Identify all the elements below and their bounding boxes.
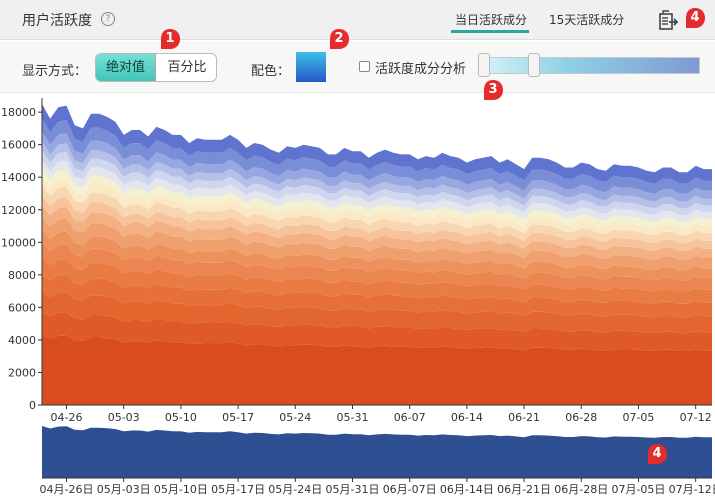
export-icon[interactable] [657,8,679,32]
overview-tick-label: 07月-12日 [669,483,715,496]
y-tick-label: 2000 [8,366,36,379]
overview-tick-label: 05月-17日 [211,483,265,496]
overview-tick-label: 06月-14日 [440,483,494,496]
x-tick-label: 04-26 [51,411,83,424]
overview-tick-label: 06月-21日 [497,483,551,496]
callout-number: 2 [334,31,344,46]
callout-number: 4 [652,446,662,461]
overview-tick-label: 05月-24日 [268,483,322,496]
color-scheme-label: 配色： [251,64,291,79]
x-tick-label: 07-12 [680,411,712,424]
overview-tick-label: 05月-03日 [97,483,151,496]
absolute-value-button[interactable]: 绝对值 [96,54,156,81]
help-icon[interactable]: ? [101,12,115,26]
stacked-area-chart[interactable]: 0 2000 4000 6000 8000 10000 12000 14000 16000 180… [0,94,715,497]
range-slider-left-handle[interactable] [478,53,490,77]
x-tick-label: 06-14 [451,411,483,424]
y-tick-label: 12000 [1,204,36,217]
overview-tick-label: 06月-07日 [383,483,437,496]
x-tick-label: 05-03 [108,411,140,424]
overview-tick-label: 06月-28日 [554,483,608,496]
display-mode-label: 显示方式： [22,64,88,79]
x-tick-label: 05-31 [337,411,369,424]
callout-number: 4 [690,10,700,25]
chart-toolbar: 显示方式： 绝对值 百分比 配色： 活跃度成分分析 [0,41,715,93]
component-analysis-checkbox[interactable] [359,61,370,72]
range-slider-track[interactable] [478,57,700,74]
y-tick-label: 0 [29,399,36,412]
callout-marker-2: 2 [328,28,350,50]
overview-tick-label: 05月-31日 [326,483,380,496]
overview-tick-label: 05月-10日 [154,483,208,496]
panel-title: 用户活跃度 [22,13,92,29]
y-tick-label: 4000 [8,334,36,347]
range-slider-right-handle[interactable] [528,53,540,77]
y-tick-label: 14000 [1,171,36,184]
activity-panel: 用户活跃度 ? 当日活跃成分 15天活跃成分 4 显示方式： 绝对值 百分比 配… [0,0,715,497]
percentage-button[interactable]: 百分比 [157,54,216,81]
y-tick-label: 18000 [1,106,36,119]
overview-tick-label: 07月-05日 [611,483,665,496]
y-tick-label: 6000 [8,301,36,314]
callout-marker-4-top: 4 [684,7,706,29]
panel-header: 用户活跃度 ? 当日活跃成分 15天活跃成分 4 [0,0,715,40]
x-tick-label: 07-05 [622,411,654,424]
display-mode-toggle: 绝对值 百分比 [95,53,217,82]
y-tick-label: 16000 [1,139,36,152]
x-tick-label: 06-21 [508,411,540,424]
callout-marker-1: 1 [159,28,181,50]
tab-today-activity[interactable]: 当日活跃成分 [455,11,527,28]
x-tick-label: 05-17 [222,411,254,424]
tab-15-day-activity[interactable]: 15天活跃成分 [549,11,624,28]
x-tick-label: 06-28 [565,411,597,424]
callout-number: 1 [165,31,175,46]
overview-tick-label: 04月-26日 [40,483,94,496]
x-tick-label: 06-07 [394,411,426,424]
tab-active-underline [451,30,529,33]
x-tick-label: 05-10 [165,411,197,424]
y-tick-label: 8000 [8,269,36,282]
component-analysis-label: 活跃度成分分析 [375,62,467,77]
overview-area[interactable] [42,426,712,478]
x-tick-label: 05-24 [279,411,311,424]
callout-marker-4-bottom: 4 [646,443,668,465]
color-scheme-picker[interactable] [296,52,326,82]
y-tick-label: 10000 [1,236,36,249]
